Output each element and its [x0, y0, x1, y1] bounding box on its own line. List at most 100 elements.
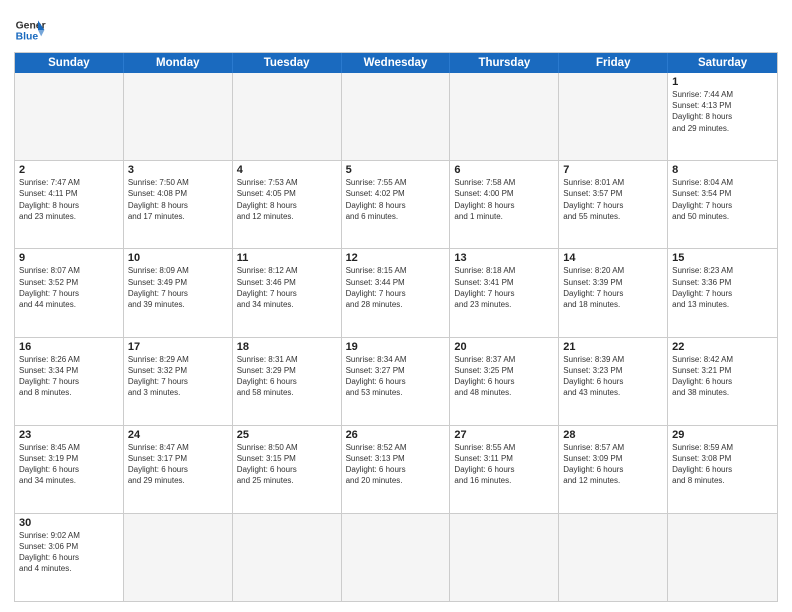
cell-info: Sunrise: 7:55 AM Sunset: 4:02 PM Dayligh…: [346, 177, 446, 222]
cell-info: Sunrise: 8:04 AM Sunset: 3:54 PM Dayligh…: [672, 177, 773, 222]
calendar-cell: 21Sunrise: 8:39 AM Sunset: 3:23 PM Dayli…: [559, 338, 668, 425]
calendar-cell: [559, 73, 668, 160]
calendar-cell: [15, 73, 124, 160]
calendar-cell: 30Sunrise: 9:02 AM Sunset: 3:06 PM Dayli…: [15, 514, 124, 601]
calendar-row-5: 30Sunrise: 9:02 AM Sunset: 3:06 PM Dayli…: [15, 514, 777, 601]
calendar: SundayMondayTuesdayWednesdayThursdayFrid…: [14, 52, 778, 602]
calendar-cell: 17Sunrise: 8:29 AM Sunset: 3:32 PM Dayli…: [124, 338, 233, 425]
header-day-sunday: Sunday: [15, 53, 124, 73]
svg-text:Blue: Blue: [16, 32, 39, 43]
day-number: 4: [237, 164, 337, 176]
cell-info: Sunrise: 8:07 AM Sunset: 3:52 PM Dayligh…: [19, 265, 119, 310]
calendar-cell: 7Sunrise: 8:01 AM Sunset: 3:57 PM Daylig…: [559, 161, 668, 248]
calendar-cell: 27Sunrise: 8:55 AM Sunset: 3:11 PM Dayli…: [450, 426, 559, 513]
header-day-monday: Monday: [124, 53, 233, 73]
calendar-cell: [450, 73, 559, 160]
cell-info: Sunrise: 7:53 AM Sunset: 4:05 PM Dayligh…: [237, 177, 337, 222]
calendar-cell: 13Sunrise: 8:18 AM Sunset: 3:41 PM Dayli…: [450, 249, 559, 336]
day-number: 26: [346, 429, 446, 441]
cell-info: Sunrise: 7:50 AM Sunset: 4:08 PM Dayligh…: [128, 177, 228, 222]
calendar-cell: [342, 73, 451, 160]
cell-info: Sunrise: 8:50 AM Sunset: 3:15 PM Dayligh…: [237, 442, 337, 487]
cell-info: Sunrise: 7:47 AM Sunset: 4:11 PM Dayligh…: [19, 177, 119, 222]
cell-info: Sunrise: 9:02 AM Sunset: 3:06 PM Dayligh…: [19, 530, 119, 575]
day-number: 2: [19, 164, 119, 176]
calendar-cell: 9Sunrise: 8:07 AM Sunset: 3:52 PM Daylig…: [15, 249, 124, 336]
calendar-cell: 18Sunrise: 8:31 AM Sunset: 3:29 PM Dayli…: [233, 338, 342, 425]
calendar-cell: 16Sunrise: 8:26 AM Sunset: 3:34 PM Dayli…: [15, 338, 124, 425]
calendar-cell: 2Sunrise: 7:47 AM Sunset: 4:11 PM Daylig…: [15, 161, 124, 248]
calendar-row-2: 9Sunrise: 8:07 AM Sunset: 3:52 PM Daylig…: [15, 249, 777, 337]
day-number: 9: [19, 252, 119, 264]
calendar-cell: 24Sunrise: 8:47 AM Sunset: 3:17 PM Dayli…: [124, 426, 233, 513]
header-day-friday: Friday: [559, 53, 668, 73]
calendar-header: SundayMondayTuesdayWednesdayThursdayFrid…: [15, 53, 777, 73]
cell-info: Sunrise: 8:15 AM Sunset: 3:44 PM Dayligh…: [346, 265, 446, 310]
header-day-tuesday: Tuesday: [233, 53, 342, 73]
calendar-row-4: 23Sunrise: 8:45 AM Sunset: 3:19 PM Dayli…: [15, 426, 777, 514]
calendar-cell: [450, 514, 559, 601]
day-number: 27: [454, 429, 554, 441]
day-number: 21: [563, 341, 663, 353]
day-number: 22: [672, 341, 773, 353]
header-day-thursday: Thursday: [450, 53, 559, 73]
calendar-cell: [233, 514, 342, 601]
calendar-row-3: 16Sunrise: 8:26 AM Sunset: 3:34 PM Dayli…: [15, 338, 777, 426]
cell-info: Sunrise: 8:23 AM Sunset: 3:36 PM Dayligh…: [672, 265, 773, 310]
cell-info: Sunrise: 8:47 AM Sunset: 3:17 PM Dayligh…: [128, 442, 228, 487]
logo: General Blue: [14, 14, 46, 46]
cell-info: Sunrise: 8:59 AM Sunset: 3:08 PM Dayligh…: [672, 442, 773, 487]
day-number: 5: [346, 164, 446, 176]
calendar-cell: [233, 73, 342, 160]
header-day-saturday: Saturday: [668, 53, 777, 73]
cell-info: Sunrise: 8:12 AM Sunset: 3:46 PM Dayligh…: [237, 265, 337, 310]
cell-info: Sunrise: 7:58 AM Sunset: 4:00 PM Dayligh…: [454, 177, 554, 222]
calendar-cell: 8Sunrise: 8:04 AM Sunset: 3:54 PM Daylig…: [668, 161, 777, 248]
cell-info: Sunrise: 8:52 AM Sunset: 3:13 PM Dayligh…: [346, 442, 446, 487]
calendar-cell: 20Sunrise: 8:37 AM Sunset: 3:25 PM Dayli…: [450, 338, 559, 425]
cell-info: Sunrise: 8:55 AM Sunset: 3:11 PM Dayligh…: [454, 442, 554, 487]
cell-info: Sunrise: 8:29 AM Sunset: 3:32 PM Dayligh…: [128, 354, 228, 399]
calendar-cell: 26Sunrise: 8:52 AM Sunset: 3:13 PM Dayli…: [342, 426, 451, 513]
header-day-wednesday: Wednesday: [342, 53, 451, 73]
day-number: 30: [19, 517, 119, 529]
calendar-cell: 19Sunrise: 8:34 AM Sunset: 3:27 PM Dayli…: [342, 338, 451, 425]
day-number: 17: [128, 341, 228, 353]
day-number: 20: [454, 341, 554, 353]
calendar-cell: 5Sunrise: 7:55 AM Sunset: 4:02 PM Daylig…: [342, 161, 451, 248]
cell-info: Sunrise: 8:18 AM Sunset: 3:41 PM Dayligh…: [454, 265, 554, 310]
day-number: 1: [672, 76, 773, 88]
day-number: 3: [128, 164, 228, 176]
day-number: 14: [563, 252, 663, 264]
day-number: 13: [454, 252, 554, 264]
calendar-cell: 14Sunrise: 8:20 AM Sunset: 3:39 PM Dayli…: [559, 249, 668, 336]
page: General Blue SundayMondayTuesdayWednesda…: [0, 0, 792, 612]
calendar-row-0: 1Sunrise: 7:44 AM Sunset: 4:13 PM Daylig…: [15, 73, 777, 161]
cell-info: Sunrise: 8:31 AM Sunset: 3:29 PM Dayligh…: [237, 354, 337, 399]
calendar-body: 1Sunrise: 7:44 AM Sunset: 4:13 PM Daylig…: [15, 73, 777, 601]
day-number: 12: [346, 252, 446, 264]
day-number: 15: [672, 252, 773, 264]
cell-info: Sunrise: 8:20 AM Sunset: 3:39 PM Dayligh…: [563, 265, 663, 310]
day-number: 10: [128, 252, 228, 264]
cell-info: Sunrise: 8:34 AM Sunset: 3:27 PM Dayligh…: [346, 354, 446, 399]
cell-info: Sunrise: 8:01 AM Sunset: 3:57 PM Dayligh…: [563, 177, 663, 222]
calendar-cell: 10Sunrise: 8:09 AM Sunset: 3:49 PM Dayli…: [124, 249, 233, 336]
day-number: 16: [19, 341, 119, 353]
day-number: 19: [346, 341, 446, 353]
day-number: 7: [563, 164, 663, 176]
calendar-cell: 4Sunrise: 7:53 AM Sunset: 4:05 PM Daylig…: [233, 161, 342, 248]
calendar-cell: 3Sunrise: 7:50 AM Sunset: 4:08 PM Daylig…: [124, 161, 233, 248]
cell-info: Sunrise: 8:39 AM Sunset: 3:23 PM Dayligh…: [563, 354, 663, 399]
calendar-cell: [124, 73, 233, 160]
cell-info: Sunrise: 8:37 AM Sunset: 3:25 PM Dayligh…: [454, 354, 554, 399]
calendar-cell: [124, 514, 233, 601]
day-number: 6: [454, 164, 554, 176]
calendar-cell: 28Sunrise: 8:57 AM Sunset: 3:09 PM Dayli…: [559, 426, 668, 513]
cell-info: Sunrise: 8:26 AM Sunset: 3:34 PM Dayligh…: [19, 354, 119, 399]
calendar-cell: [342, 514, 451, 601]
day-number: 8: [672, 164, 773, 176]
cell-info: Sunrise: 8:09 AM Sunset: 3:49 PM Dayligh…: [128, 265, 228, 310]
cell-info: Sunrise: 8:42 AM Sunset: 3:21 PM Dayligh…: [672, 354, 773, 399]
logo-icon: General Blue: [14, 14, 46, 46]
